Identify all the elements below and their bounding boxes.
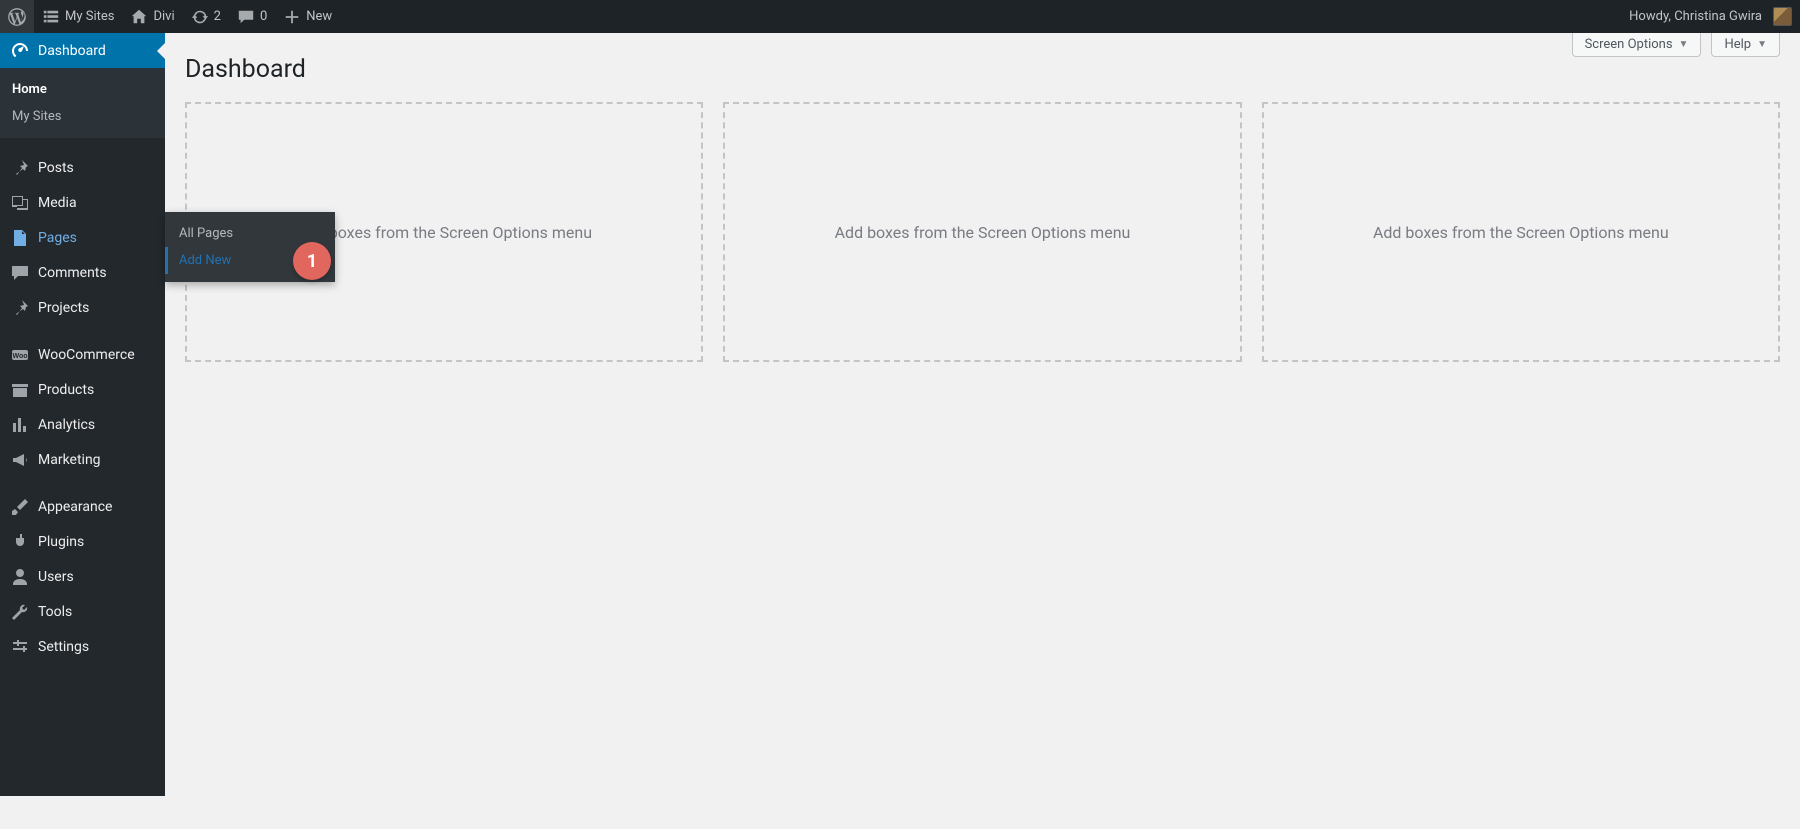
woo-icon: Woo <box>10 345 30 365</box>
admin-sidebar: Dashboard HomeMy Sites Posts Media Pages Comm… <box>0 33 165 796</box>
sidebar-item-appearance[interactable]: Appearance <box>0 489 165 524</box>
menu-separator <box>0 138 165 150</box>
submenu-dashboard: HomeMy Sites <box>0 68 165 138</box>
admin-bar: My Sites Divi 2 0 New Howdy, Christina Gwira <box>0 0 1800 33</box>
sidebar-item-label: Products <box>38 382 94 398</box>
content-area: Screen Options ▼ Help ▼ Dashboard Add bo… <box>165 33 1800 382</box>
adminbar-label: 2 <box>214 9 221 24</box>
sidebar-item-marketing[interactable]: Marketing <box>0 442 165 477</box>
sidebar-item-label: WooCommerce <box>38 347 135 363</box>
chevron-down-icon: ▼ <box>1757 39 1767 50</box>
user-icon <box>10 567 30 587</box>
page-title: Dashboard <box>185 33 1780 94</box>
adminbar-comments[interactable]: 0 <box>229 0 275 33</box>
greeting-text: Howdy, Christina Gwira <box>1629 9 1762 24</box>
comment-icon <box>10 263 30 283</box>
comment-icon <box>237 8 255 26</box>
screen-options-label: Screen Options <box>1585 37 1673 52</box>
sidebar-item-projects[interactable]: Projects <box>0 290 165 325</box>
help-toggle[interactable]: Help ▼ <box>1711 33 1780 57</box>
adminbar-updates[interactable]: 2 <box>183 0 229 33</box>
sidebar-item-tools[interactable]: Tools <box>0 594 165 629</box>
sidebar-item-woocommerce[interactable]: Woo WooCommerce <box>0 337 165 372</box>
wrench-icon <box>10 602 30 622</box>
sidebar-item-label: Media <box>38 195 77 211</box>
sidebar-item-media[interactable]: Media <box>0 185 165 220</box>
sidebar-item-label: Analytics <box>38 417 95 433</box>
sidebar-item-posts[interactable]: Posts <box>0 150 165 185</box>
adminbar-label: Divi <box>153 9 174 24</box>
sidebar-item-label: Plugins <box>38 534 84 550</box>
empty-widget-column: Add boxes from the Screen Options menu <box>723 102 1241 362</box>
sidebar-item-analytics[interactable]: Analytics <box>0 407 165 442</box>
plus-icon <box>283 8 301 26</box>
annotation-marker-1: 1 <box>293 242 331 280</box>
placeholder-text: Add boxes from the Screen Options menu <box>1373 223 1669 242</box>
sidebar-item-label: Marketing <box>38 452 101 468</box>
chevron-down-icon: ▼ <box>1679 39 1689 50</box>
sidebar-item-label: Dashboard <box>38 43 106 59</box>
menu-separator <box>0 325 165 337</box>
submenu-item-my-sites[interactable]: My Sites <box>0 103 165 130</box>
adminbar-label: 0 <box>260 9 267 24</box>
home-icon <box>130 8 148 26</box>
sidebar-item-label: Posts <box>38 160 74 176</box>
adminbar-my-sites[interactable]: My Sites <box>34 0 122 33</box>
avatar-icon <box>1773 7 1792 26</box>
plug-icon <box>10 532 30 552</box>
sidebar-item-label: Tools <box>38 604 72 620</box>
sidebar-item-label: Settings <box>38 639 89 655</box>
sidebar-item-label: Users <box>38 569 74 585</box>
screen-options-toggle[interactable]: Screen Options ▼ <box>1572 33 1702 57</box>
user-greeting[interactable]: Howdy, Christina Gwira <box>1621 0 1800 33</box>
submenu-item-home[interactable]: Home <box>0 76 165 103</box>
adminbar-label: New <box>306 9 332 24</box>
sidebar-item-settings[interactable]: Settings <box>0 629 165 664</box>
adminbar-site-name[interactable]: Divi <box>122 0 182 33</box>
brush-icon <box>10 497 30 517</box>
adminbar-wp-logo[interactable] <box>0 0 34 33</box>
empty-widget-column: Add boxes from the Screen Options menu <box>1262 102 1780 362</box>
adminbar-label: My Sites <box>65 9 114 24</box>
sidebar-item-label: Appearance <box>38 499 112 515</box>
media-icon <box>10 193 30 213</box>
help-label: Help <box>1724 37 1751 52</box>
sidebar-item-plugins[interactable]: Plugins <box>0 524 165 559</box>
archive-icon <box>10 380 30 400</box>
placeholder-text: Add boxes from the Screen Options menu <box>835 223 1131 242</box>
sidebar-item-comments[interactable]: Comments <box>0 255 165 290</box>
multisite-icon <box>42 8 60 26</box>
page-icon <box>10 228 30 248</box>
sidebar-item-users[interactable]: Users <box>0 559 165 594</box>
sliders-icon <box>10 637 30 657</box>
placeholder-text: Add boxes from the Screen Options menu <box>296 223 592 242</box>
pin-icon <box>10 298 30 318</box>
svg-text:Woo: Woo <box>12 353 27 360</box>
adminbar-new[interactable]: New <box>275 0 340 33</box>
menu-separator <box>0 477 165 489</box>
sidebar-item-pages[interactable]: Pages <box>0 220 165 255</box>
chart-icon <box>10 415 30 435</box>
gauge-icon <box>10 41 30 61</box>
sidebar-item-label: Projects <box>38 300 89 316</box>
dashboard-widget-row: Add boxes from the Screen Options menu A… <box>185 102 1780 362</box>
wordpress-icon <box>8 8 26 26</box>
megaphone-icon <box>10 450 30 470</box>
sidebar-item-label: Pages <box>38 230 77 246</box>
sidebar-item-label: Comments <box>38 265 107 281</box>
sidebar-item-products[interactable]: Products <box>0 372 165 407</box>
pin-icon <box>10 158 30 178</box>
refresh-icon <box>191 8 209 26</box>
sidebar-item-dashboard[interactable]: Dashboard <box>0 33 165 68</box>
